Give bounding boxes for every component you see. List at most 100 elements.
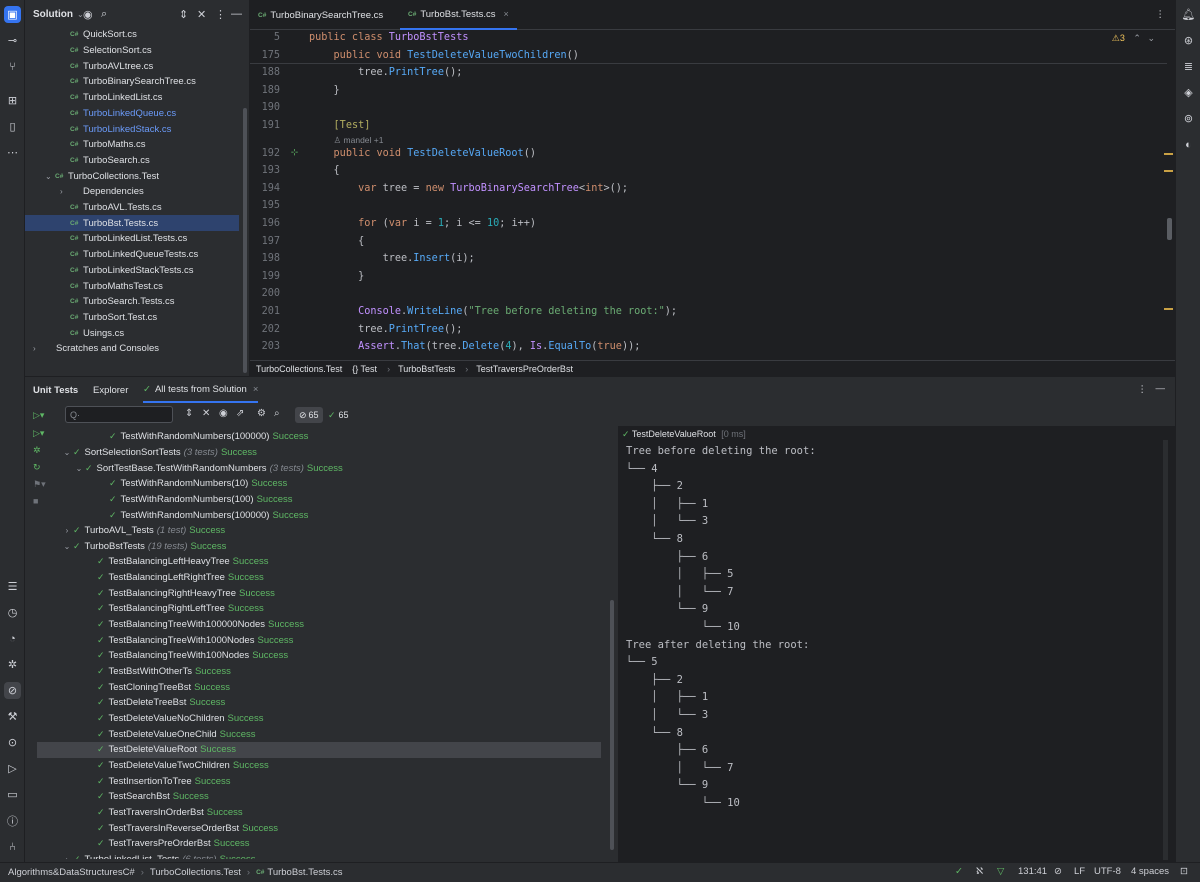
project-tree-item[interactable]: C# QuickSort.cs [25,27,239,43]
project-tree-item[interactable]: C# TurboLinkedQueueTests.cs [25,247,239,263]
structure-icon[interactable]: ⊞ [4,92,21,109]
project-folder-icon[interactable]: ▣ [4,6,21,23]
notifications-icon[interactable]: 🔔︎ [1180,6,1197,23]
bookmark-icon[interactable]: ▯ [4,118,21,135]
chevron-right-icon[interactable]: › [61,855,73,859]
tab-turbobinarysearchtree[interactable]: C# TurboBinarySearchTree.cs [250,0,391,30]
test-tree-row[interactable]: ✓ TestSearchBst Success [37,789,601,805]
hide-panel-icon[interactable]: — [1156,383,1166,394]
test-tree-row[interactable]: ✓ TestBstWithOtherTs Success [37,664,601,680]
lock-icon[interactable]: ⊡ [1180,866,1188,877]
breadcrumb-class[interactable]: TurboBstTests [398,364,455,374]
passed-tests-filter[interactable]: ✓ 65 [328,407,349,423]
code-line[interactable]: 191 [Test] [250,117,1175,135]
test-tree-row[interactable]: › ✓ TurboAVL_Tests (1 test) Success [37,523,601,539]
project-tree-item[interactable]: C# TurboLinkedStack.cs [25,121,239,137]
hide-panel-icon[interactable]: — [231,8,242,20]
project-tree-item[interactable]: C# TurboSearch.Tests.cs [25,294,239,310]
project-tree-item[interactable]: C# TurboBinarySearchTree.cs [25,74,239,90]
options-icon[interactable]: ⋮ [215,8,226,21]
editor-marker[interactable] [1164,153,1173,155]
search-icon[interactable]: ⌕ [101,8,107,21]
test-tree-row[interactable]: ✓ TestWithRandomNumbers(100000) Success [37,429,601,445]
project-tree-item[interactable]: C# TurboLinkedList.cs [25,90,239,106]
editor-options-icon[interactable]: ⋮ [1156,9,1166,20]
breadcrumb-project[interactable]: TurboCollections.Test [256,364,342,374]
project-tree-item[interactable]: C# TurboAVLtree.cs [25,58,239,74]
ai-assistant-icon[interactable]: ⊛ [1180,32,1197,49]
code-line[interactable]: 200 [250,285,1175,303]
endpoints-icon[interactable]: ⊚ [1180,110,1197,127]
status-solution[interactable]: Algorithms&DataStructuresC# [8,867,135,878]
code-editor[interactable]: 5 public class TurboBstTests 175 public vo… [250,30,1175,360]
project-scrollbar[interactable] [243,108,247,373]
test-tree-row[interactable]: ✓ TestBalancingTreeWith100Nodes Success [37,648,601,664]
code-line[interactable]: 190 [250,99,1175,117]
code-line[interactable]: 188 tree.PrintTree(); [250,64,1175,82]
expand-all-icon[interactable]: ⇕ [185,408,193,419]
code-line[interactable]: 202 tree.PrintTree(); [250,320,1175,338]
test-tree-scrollbar[interactable] [610,600,614,850]
code-line[interactable]: 189 } [250,82,1175,100]
list-icon[interactable]: ☰ [4,578,21,595]
chevron-up-icon[interactable]: ⌃ [1133,33,1141,43]
build-icon[interactable]: ⚒ [4,708,21,725]
tab-all-tests[interactable]: ✓ All tests from Solution × [143,377,259,403]
project-tree-item[interactable]: C# TurboAVL.Tests.cs [25,200,239,216]
problems-icon[interactable]: ⓘ [4,812,21,829]
project-tree-item[interactable]: › Scratches and Consoles [25,341,239,357]
project-tree-item[interactable]: C# TurboBst.Tests.cs [25,215,239,232]
test-tree-row[interactable]: ✓ TestBalancingRightHeavyTree Success [37,586,601,602]
tab-turbobst-tests[interactable]: C# TurboBst.Tests.cs × [400,0,517,30]
collapse-all-icon[interactable]: ✕ [197,8,206,21]
chevron-down-icon[interactable]: ⌄ [45,172,55,181]
project-tree-item[interactable]: C# TurboSearch.cs [25,153,239,169]
show-icon[interactable]: ◉ [219,408,228,419]
options-icon[interactable]: ⋮ [1138,384,1148,395]
database-icon[interactable]: ≣ [1180,58,1197,75]
filter-icon[interactable]: ⌕ [274,408,280,419]
file-encoding[interactable]: UTF-8 [1094,866,1121,877]
test-tree-row[interactable]: ✓ TestBalancingRightLeftTree Success [37,601,601,617]
code-line[interactable]: 199 } [250,268,1175,286]
project-tree-item[interactable]: C# TurboLinkedQueue.cs [25,106,239,122]
nuget-icon[interactable]: ◈ [1180,84,1197,101]
code-line[interactable]: 198 tree.Insert(i); [250,250,1175,268]
chevron-down-icon[interactable]: ⌄ [61,448,73,457]
project-tree-item[interactable]: C# Usings.cs [25,325,239,341]
test-tree-row[interactable]: ✓ TestTraversInOrderBst Success [37,805,601,821]
debug-icon[interactable]: ✲ [4,656,21,673]
code-line[interactable]: 192 ⊹ public void TestDeleteValueRoot() [250,144,1175,162]
test-tree-row[interactable]: ✓ TestWithRandomNumbers(100000) Success [37,507,601,523]
export-icon[interactable]: ⇗ [236,408,244,419]
shield-icon[interactable]: ▽ [997,866,1004,877]
settings-icon[interactable]: ⚙ [257,408,266,419]
project-tree-item[interactable]: › Dependencies [25,184,239,200]
breadcrumb-namespace[interactable]: {} Test [352,364,377,374]
test-tree-row[interactable]: ✓ TestBalancingLeftHeavyTree Success [37,554,601,570]
test-tree-row[interactable]: ⌄ ✓ TurboBstTests (19 tests) Success [37,539,601,555]
test-tree-row[interactable]: ✓ TestBalancingTreeWith100000Nodes Success [37,617,601,633]
more-tools-icon[interactable]: ⋯ [4,144,21,161]
test-tree-row[interactable]: ✓ TestDeleteValueNoChildren Success [37,711,601,727]
collapse-all-icon[interactable]: ✕ [202,408,210,419]
test-tree-row[interactable]: ⌄ ✓ SortSelectionSortTests (3 tests) Success [37,445,601,461]
status-project[interactable]: TurboCollections.Test [150,867,241,878]
code-line[interactable]: 193 { [250,162,1175,180]
test-tree-row[interactable]: ✓ TestDeleteTreeBst Success [37,695,601,711]
editor-marker[interactable] [1164,170,1173,172]
project-tree-item[interactable]: C# TurboLinkedStackTests.cs [25,263,239,279]
test-tree-row[interactable]: ⌄ ✓ SortTestBase.TestWithRandomNumbers (3 t… [37,460,601,476]
vcs-icon[interactable]: ⑃ [4,838,21,855]
close-tab-icon[interactable]: × [253,384,259,395]
code-line[interactable]: 175 public void TestDeleteValueTwoChildr… [250,47,1175,65]
chevron-right-icon[interactable]: › [33,344,43,353]
ai-icon[interactable]: ℵ [976,866,983,877]
project-tree-item[interactable]: ⌄ C# TurboCollections.Test [25,168,239,184]
chevron-down-icon[interactable]: ⌄ [1147,33,1155,43]
terminal-icon[interactable]: ▭ [4,786,21,803]
indent-setting[interactable]: 4 spaces [1131,866,1169,877]
test-tree-row[interactable]: ✓ TestDeleteValueRoot Success [37,742,601,758]
profiler-icon[interactable]: ◔ [4,630,21,647]
code-line[interactable]: 195 [250,197,1175,215]
